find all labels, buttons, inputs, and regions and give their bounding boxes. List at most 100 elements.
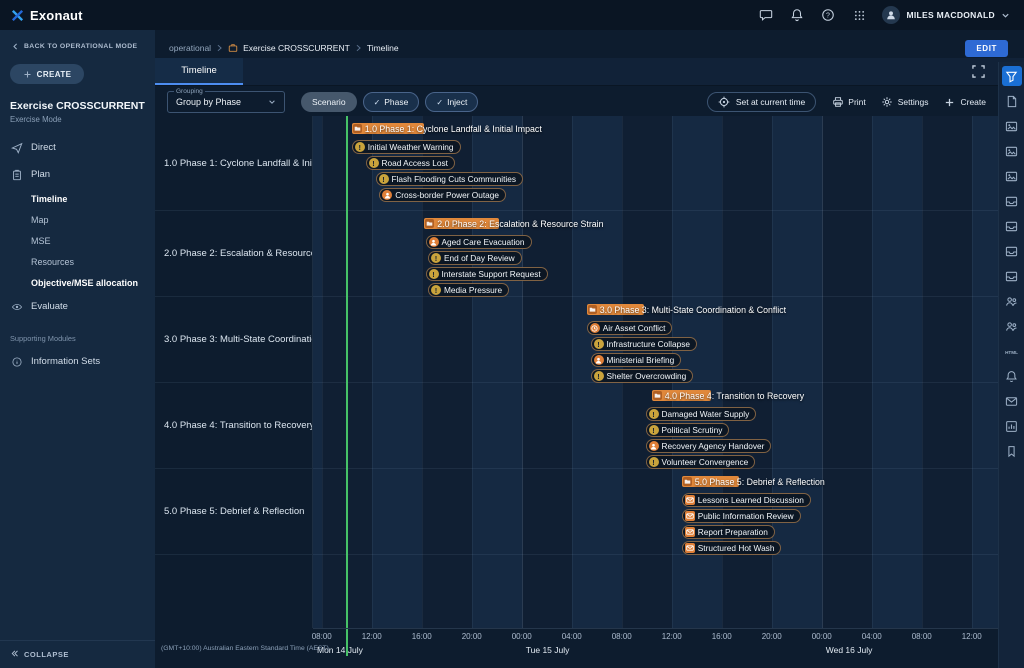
tray-2-icon[interactable] xyxy=(1002,216,1022,236)
user-menu[interactable]: MILES MACDONALD xyxy=(882,6,1010,24)
warning-icon: ! xyxy=(649,425,659,435)
sidebar-item-objective-mse-allocation[interactable]: Objective/MSE allocation xyxy=(0,272,155,293)
inject-chip[interactable]: Aged Care Evacuation xyxy=(426,235,532,249)
fullscreen-icon[interactable] xyxy=(970,64,986,80)
create-timeline-item-button[interactable]: Create xyxy=(943,96,986,109)
inject-label: Structured Hot Wash xyxy=(698,543,775,553)
inject-chip[interactable]: Structured Hot Wash xyxy=(682,541,782,555)
back-to-operational-mode[interactable]: BACK TO OPERATIONAL MODE xyxy=(0,30,155,55)
inject-chip[interactable]: !Volunteer Convergence xyxy=(646,455,756,469)
axis-tick-label: 00:00 xyxy=(812,632,832,641)
inject-chip[interactable]: Lessons Learned Discussion xyxy=(682,493,811,507)
inject-chip[interactable]: Ministerial Briefing xyxy=(591,353,682,367)
inject-chip[interactable]: Report Preparation xyxy=(682,525,775,539)
phase-icon xyxy=(683,477,692,486)
file-icon[interactable] xyxy=(1002,91,1022,111)
axis-tick-label: 08:00 xyxy=(612,632,632,641)
phase-bar[interactable] xyxy=(352,123,425,134)
users-icon[interactable] xyxy=(1002,291,1022,311)
bell-icon[interactable] xyxy=(1002,366,1022,386)
help-icon[interactable]: ? xyxy=(820,7,836,23)
axis-tick-label: 08:00 xyxy=(312,632,332,641)
inject-chip[interactable]: !Shelter Overcrowding xyxy=(591,369,694,383)
settings-label: Settings xyxy=(898,97,929,107)
tray-3-icon[interactable] xyxy=(1002,241,1022,261)
back-arrow-icon xyxy=(10,41,20,51)
bell-icon[interactable] xyxy=(789,7,805,23)
inject-chip[interactable]: !Initial Weather Warning xyxy=(352,140,461,154)
phase-icon xyxy=(425,219,434,228)
sidebar-item-plan[interactable]: Plan xyxy=(0,161,155,188)
inject-chip[interactable]: Recovery Agency Handover xyxy=(646,439,772,453)
apps-grid-icon[interactable] xyxy=(851,7,867,23)
inject-chip[interactable]: !Infrastructure Collapse xyxy=(591,337,697,351)
axis-day-label: Wed 16 July xyxy=(826,645,873,655)
phase-bar[interactable] xyxy=(424,218,499,229)
sidebar-item-mse[interactable]: MSE xyxy=(0,230,155,251)
filter-chip-inject[interactable]: ✓Inject xyxy=(425,92,478,112)
inject-chip[interactable]: !Political Scrutiny xyxy=(646,423,730,437)
image-card-icon[interactable] xyxy=(1002,116,1022,136)
image-card-2-icon[interactable] xyxy=(1002,141,1022,161)
inject-chip[interactable]: !End of Day Review xyxy=(428,251,522,265)
filter-chip-scenario[interactable]: Scenario xyxy=(301,92,357,112)
inject-chip[interactable]: Public Information Review xyxy=(682,509,801,523)
tray-icon[interactable] xyxy=(1002,191,1022,211)
inject-chip[interactable]: !Flash Flooding Cuts Communities xyxy=(376,172,524,186)
sidebar-item-direct[interactable]: Direct xyxy=(0,134,155,161)
timeline-row: 1.0 Phase 1: Cyclone Landfall & Initial … xyxy=(313,116,1024,211)
print-button[interactable]: Print xyxy=(831,96,865,109)
gantt-row-label: 5.0 Phase 5: Debrief & Reflection xyxy=(155,469,312,555)
tab-timeline[interactable]: Timeline xyxy=(155,58,243,85)
breadcrumb-timeline[interactable]: Timeline xyxy=(367,43,399,53)
inject-chip[interactable]: Cross-border Power Outage xyxy=(379,188,506,202)
axis-chart: 08:0012:0016:0020:0000:0004:0008:0012:00… xyxy=(313,628,1024,668)
settings-button[interactable]: Settings xyxy=(881,96,929,109)
set-at-current-time-button[interactable]: Set at current time xyxy=(707,92,816,112)
eye-icon xyxy=(10,300,23,313)
image-card-3-icon[interactable] xyxy=(1002,166,1022,186)
phase-bar[interactable] xyxy=(682,476,740,487)
set-time-label: Set at current time xyxy=(736,97,805,107)
inject-chip[interactable]: Air Asset Conflict xyxy=(587,321,673,335)
axis-left: (GMT+10:00) Australian Eastern Standard … xyxy=(155,628,313,668)
sidebar-item-evaluate[interactable]: Evaluate xyxy=(0,293,155,320)
collapse-button[interactable]: COLLAPSE xyxy=(0,640,155,668)
mail-icon[interactable] xyxy=(1002,391,1022,411)
timeline-row: 2.0 Phase 2: Escalation & Resource Strai… xyxy=(313,211,1024,297)
create-button[interactable]: CREATE xyxy=(10,64,84,84)
sidebar-item-information-sets[interactable]: Information Sets xyxy=(0,348,155,375)
app: Exonaut ? MILES MACDONALD xyxy=(0,0,1024,668)
tray-4-icon[interactable] xyxy=(1002,266,1022,286)
edit-button[interactable]: EDIT xyxy=(965,40,1008,57)
inject-label: Lessons Learned Discussion xyxy=(698,495,804,505)
html-icon[interactable]: HTML xyxy=(1002,341,1022,361)
check-icon: ✓ xyxy=(436,98,443,107)
bookmark-icon[interactable] xyxy=(1002,441,1022,461)
filter-icon[interactable] xyxy=(1002,66,1022,86)
sidebar-item-map[interactable]: Map xyxy=(0,209,155,230)
inject-chip[interactable]: !Interstate Support Request xyxy=(426,267,548,281)
inject-chip[interactable]: !Media Pressure xyxy=(428,283,509,297)
gantt-chart[interactable]: 1.0 Phase 1: Cyclone Landfall & Initial … xyxy=(313,116,1024,628)
chart-icon[interactable] xyxy=(1002,416,1022,436)
brand-name: Exonaut xyxy=(30,8,83,23)
user-name: MILES MACDONALD xyxy=(906,10,995,20)
sidebar-item-timeline[interactable]: Timeline xyxy=(0,188,155,209)
axis-tick-label: 12:00 xyxy=(962,632,982,641)
chip-label: Scenario xyxy=(312,97,346,107)
sidebar-item-resources[interactable]: Resources xyxy=(0,251,155,272)
grouping-select[interactable]: Grouping Group by Phase xyxy=(167,91,285,113)
inject-chip[interactable]: !Road Access Lost xyxy=(366,156,455,170)
users-2-icon[interactable] xyxy=(1002,316,1022,336)
axis-tick-label: 04:00 xyxy=(862,632,882,641)
brand[interactable]: Exonaut xyxy=(10,8,83,23)
chat-icon[interactable] xyxy=(758,7,774,23)
filter-chip-phase[interactable]: ✓Phase xyxy=(363,92,420,112)
inject-chip[interactable]: !Damaged Water Supply xyxy=(646,407,757,421)
axis-tick-label: 00:00 xyxy=(512,632,532,641)
breadcrumb-exercise[interactable]: Exercise CROSSCURRENT xyxy=(243,43,350,53)
phase-bar[interactable] xyxy=(652,390,711,401)
phase-bar[interactable] xyxy=(587,304,645,315)
breadcrumb-operational[interactable]: operational xyxy=(169,43,211,53)
